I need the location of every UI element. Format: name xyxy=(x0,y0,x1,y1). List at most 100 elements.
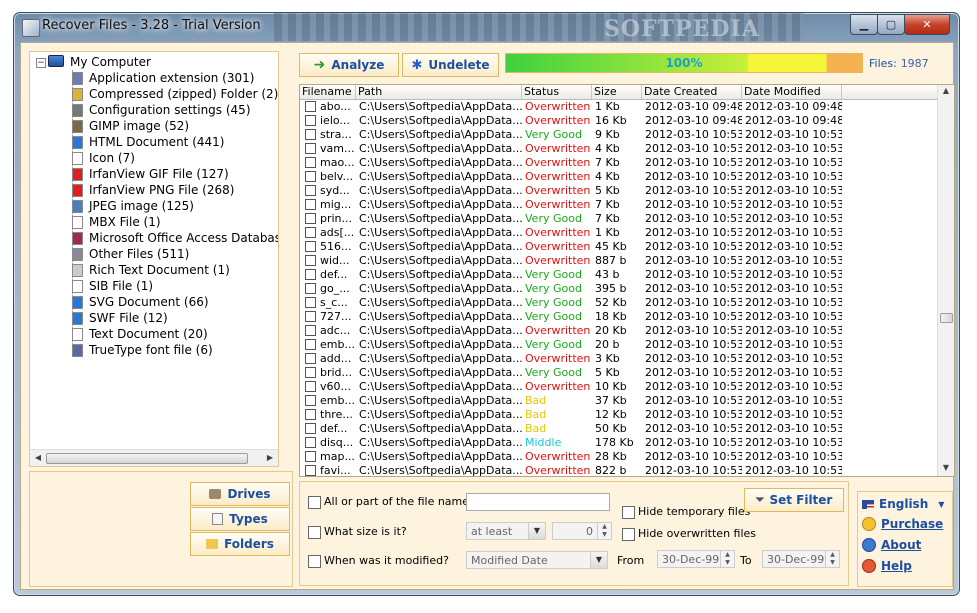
scroll-left-arrow-icon[interactable]: ◀ xyxy=(32,452,44,464)
tree-item[interactable]: Configuration settings (45) xyxy=(72,102,251,118)
table-row[interactable]: def... C:\Users\Softpedia\AppData... Very … xyxy=(300,268,940,282)
column-header[interactable]: Filename xyxy=(300,85,356,99)
tree-item[interactable]: IrfanView PNG File (268) xyxy=(72,182,234,198)
row-checkbox[interactable] xyxy=(305,464,316,476)
column-header[interactable]: Date Modified xyxy=(742,85,842,99)
tree-item[interactable]: SWF File (12) xyxy=(72,310,168,326)
table-row[interactable]: 516... C:\Users\Softpedia\AppData... Overw… xyxy=(300,240,940,254)
row-checkbox[interactable] xyxy=(305,142,316,154)
table-row[interactable]: ielo... C:\Users\Softpedia\AppData... Over… xyxy=(300,114,940,128)
table-vertical-scrollbar[interactable]: ▲ ▼ xyxy=(937,85,954,476)
scroll-down-arrow-icon[interactable]: ▼ xyxy=(941,463,951,475)
row-checkbox[interactable] xyxy=(305,324,316,336)
tree-item[interactable]: Rich Text Document (1) xyxy=(72,262,230,278)
tree-item[interactable]: Microsoft Office Access Database ( xyxy=(72,230,278,246)
minimize-button[interactable]: ▁ xyxy=(850,14,878,35)
row-checkbox[interactable] xyxy=(305,254,316,266)
column-header[interactable]: Date Created xyxy=(642,85,742,99)
table-row[interactable]: prin... C:\Users\Softpedia\AppData... Very… xyxy=(300,212,940,226)
table-row[interactable]: adc... C:\Users\Softpedia\AppData... Overw… xyxy=(300,324,940,338)
tree-item[interactable]: JPEG image (125) xyxy=(72,198,194,214)
language-select[interactable]: English ▼ xyxy=(862,497,944,511)
row-checkbox[interactable] xyxy=(305,422,316,434)
table-row[interactable]: add... C:\Users\Softpedia\AppData... Overw… xyxy=(300,352,940,366)
table-row[interactable]: syd... C:\Users\Softpedia\AppData... Overw… xyxy=(300,184,940,198)
types-button[interactable]: Types xyxy=(190,507,290,531)
tree-item[interactable]: GIMP image (52) xyxy=(72,118,189,134)
maximize-button[interactable]: ▢ xyxy=(877,14,905,35)
table-row[interactable]: mao... C:\Users\Softpedia\AppData... Overw… xyxy=(300,156,940,170)
table-row[interactable]: thre... C:\Users\Softpedia\AppData... Bad 1… xyxy=(300,408,940,422)
row-checkbox[interactable] xyxy=(305,184,316,196)
table-row[interactable]: brid... C:\Users\Softpedia\AppData... Very… xyxy=(300,366,940,380)
tree-item[interactable]: TrueType font file (6) xyxy=(72,342,213,358)
tree-item[interactable]: Application extension (301) xyxy=(72,70,254,86)
table-row[interactable]: emb... C:\Users\Softpedia\AppData... Bad 37… xyxy=(300,394,940,408)
filename-input[interactable] xyxy=(466,493,610,511)
table-row[interactable]: vam... C:\Users\Softpedia\AppData... Overw… xyxy=(300,142,940,156)
tree-item[interactable]: SVG Document (66) xyxy=(72,294,209,310)
tree-item[interactable]: Compressed (zipped) Folder (2) xyxy=(72,86,278,102)
filename-filter-checkbox[interactable] xyxy=(308,496,321,509)
row-checkbox[interactable] xyxy=(305,408,316,420)
tree-item[interactable]: Other Files (511) xyxy=(72,246,189,262)
tree-item[interactable]: IrfanView GIF File (127) xyxy=(72,166,229,182)
row-checkbox[interactable] xyxy=(305,170,316,182)
table-row[interactable]: disq... C:\Users\Softpedia\AppData... Midd… xyxy=(300,436,940,450)
row-checkbox[interactable] xyxy=(305,198,316,210)
row-checkbox[interactable] xyxy=(305,394,316,406)
row-checkbox[interactable] xyxy=(305,296,316,308)
row-checkbox[interactable] xyxy=(305,338,316,350)
to-date-picker[interactable]: 30-Dec-99 ▲ ▼ xyxy=(762,550,840,568)
row-checkbox[interactable] xyxy=(305,436,316,448)
help-link[interactable]: Help xyxy=(862,559,912,573)
modified-mode-select[interactable]: Modified Date ▼ xyxy=(466,551,608,569)
row-checkbox[interactable] xyxy=(305,114,316,126)
hide-overwritten-checkbox[interactable] xyxy=(622,528,635,541)
column-header[interactable]: Path xyxy=(356,85,522,99)
table-row[interactable]: stra... C:\Users\Softpedia\AppData... Very… xyxy=(300,128,940,142)
tree-item[interactable]: Icon (7) xyxy=(72,150,135,166)
column-header[interactable]: Status xyxy=(522,85,592,99)
tree-item[interactable]: MBX File (1) xyxy=(72,214,161,230)
tree-horizontal-scrollbar[interactable]: ◀ ▶ xyxy=(30,449,278,466)
row-checkbox[interactable] xyxy=(305,282,316,294)
close-button[interactable]: ✕ xyxy=(904,14,950,35)
table-row[interactable]: abo... C:\Users\Softpedia\AppData... Overw… xyxy=(300,100,940,114)
row-checkbox[interactable] xyxy=(305,226,316,238)
row-checkbox[interactable] xyxy=(305,310,316,322)
scroll-up-arrow-icon[interactable]: ▲ xyxy=(941,86,951,98)
row-checkbox[interactable] xyxy=(305,100,316,112)
tree-collapse-toggle[interactable]: − xyxy=(36,58,46,68)
set-filter-button[interactable]: ⏷ Set Filter xyxy=(744,488,844,512)
undelete-button[interactable]: ✱ Undelete xyxy=(402,53,499,77)
tree-scroll-thumb[interactable] xyxy=(46,453,248,464)
folders-button[interactable]: Folders xyxy=(190,532,290,556)
row-checkbox[interactable] xyxy=(305,128,316,140)
size-value-spinner[interactable]: 0 ▲ ▼ xyxy=(552,522,612,540)
row-checkbox[interactable] xyxy=(305,156,316,168)
tree-item[interactable]: Text Document (20) xyxy=(72,326,208,342)
table-row[interactable]: def... C:\Users\Softpedia\AppData... Bad 50… xyxy=(300,422,940,436)
table-row[interactable]: go_... C:\Users\Softpedia\AppData... Very … xyxy=(300,282,940,296)
tree-item[interactable]: HTML Document (441) xyxy=(72,134,224,150)
modified-filter-checkbox[interactable] xyxy=(308,555,321,568)
table-scroll-thumb[interactable] xyxy=(940,313,953,323)
about-link[interactable]: About xyxy=(862,538,921,552)
table-row[interactable]: belv... C:\Users\Softpedia\AppData... Over… xyxy=(300,170,940,184)
size-mode-select[interactable]: at least ▼ xyxy=(466,522,546,540)
row-checkbox[interactable] xyxy=(305,366,316,378)
row-checkbox[interactable] xyxy=(305,240,316,252)
table-row[interactable]: map... C:\Users\Softpedia\AppData... Overw… xyxy=(300,450,940,464)
table-row[interactable]: favi... C:\Users\Softpedia\AppData... Over… xyxy=(300,464,940,476)
tree-root-my-computer[interactable]: My Computer xyxy=(48,54,151,70)
analyze-button[interactable]: ➜ Analyze xyxy=(299,53,399,77)
drives-button[interactable]: Drives xyxy=(190,482,290,506)
from-date-picker[interactable]: 30-Dec-99 ▲ ▼ xyxy=(657,550,735,568)
table-row[interactable]: 727... C:\Users\Softpedia\AppData... Very … xyxy=(300,310,940,324)
row-checkbox[interactable] xyxy=(305,268,316,280)
scroll-right-arrow-icon[interactable]: ▶ xyxy=(264,452,276,464)
row-checkbox[interactable] xyxy=(305,352,316,364)
hide-temporary-checkbox[interactable] xyxy=(622,506,635,519)
row-checkbox[interactable] xyxy=(305,380,316,392)
